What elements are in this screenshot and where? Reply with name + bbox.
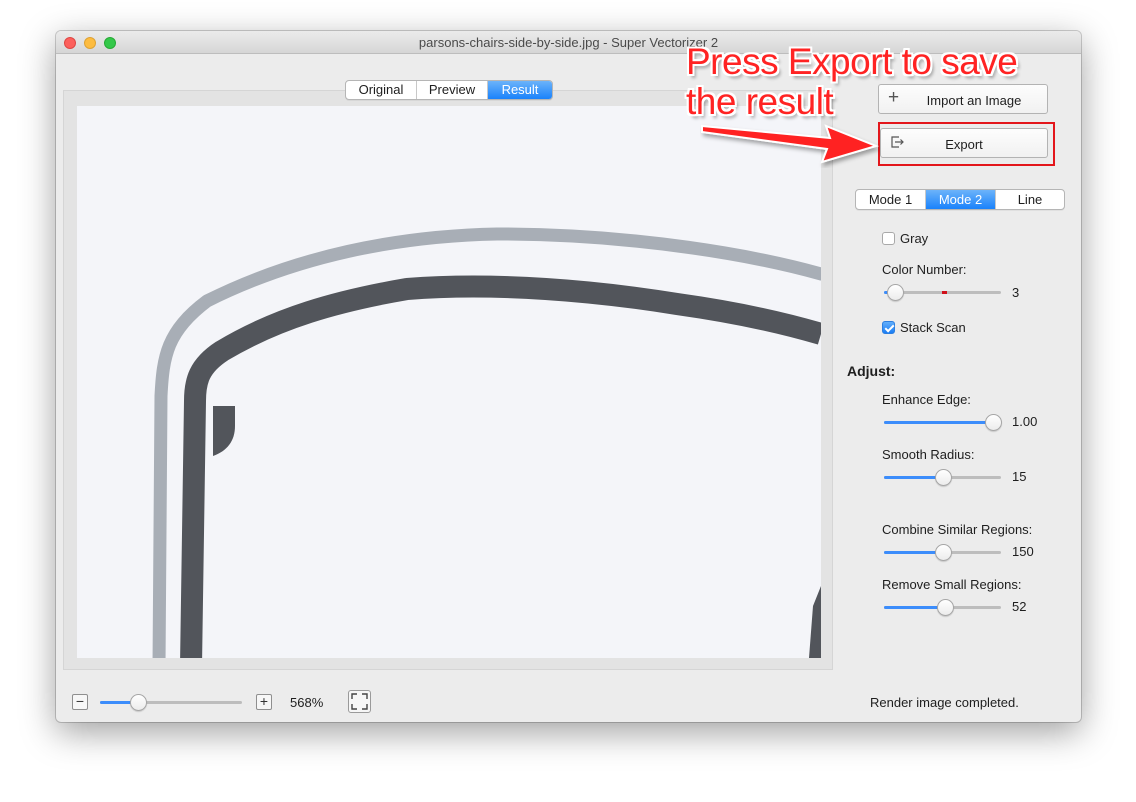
stack-scan-checkbox[interactable] [882,321,895,334]
slider-knob[interactable] [886,284,904,301]
color-number-slider[interactable] [884,284,1001,301]
slider-knob[interactable] [984,414,1002,431]
zoom-in-button[interactable]: + [256,694,272,710]
app-window: parsons-chairs-side-by-side.jpg - Super … [56,31,1081,722]
tab-original[interactable]: Original [346,81,417,99]
smooth-radius-label: Smooth Radius: [882,447,975,462]
annotation-arrow-icon [701,124,880,164]
remove-regions-label: Remove Small Regions: [882,577,1022,592]
export-highlight-box [878,122,1055,166]
stack-scan-label: Stack Scan [900,320,966,335]
enhance-edge-label: Enhance Edge: [882,392,971,407]
tab-preview[interactable]: Preview [417,81,488,99]
tab-line[interactable]: Line [996,190,1064,209]
remove-regions-value: 52 [1012,599,1027,614]
dark-chair-outline [180,275,821,658]
zoom-out-button[interactable]: − [72,694,88,710]
stack-scan-checkbox-row[interactable]: Stack Scan [882,320,966,335]
fit-to-window-button[interactable] [348,690,371,713]
slider-marker [942,291,947,294]
slider-knob[interactable] [936,599,954,616]
result-canvas[interactable] [77,106,821,658]
enhance-edge-value: 1.00 [1012,414,1038,429]
combine-regions-slider[interactable] [884,544,1001,561]
slider-knob[interactable] [934,544,952,561]
slider-knob[interactable] [934,469,952,486]
combine-regions-label: Combine Similar Regions: [882,522,1033,537]
color-number-label: Color Number: [882,262,967,277]
gray-label: Gray [900,231,929,246]
remove-regions-slider[interactable] [884,599,1001,616]
canvas-frame [63,90,833,670]
vectorized-result-image [152,227,821,658]
annotation-line-1: Press Export to save [686,41,1018,82]
status-text: Render image completed. [870,695,1019,710]
tab-mode-1[interactable]: Mode 1 [856,190,926,209]
zoom-level: 568% [290,695,324,710]
tab-mode-2[interactable]: Mode 2 [926,190,996,209]
enhance-edge-slider[interactable] [884,414,1002,431]
adjust-heading: Adjust: [847,363,896,379]
smooth-radius-slider[interactable] [884,469,1001,486]
slider-knob[interactable] [130,694,148,711]
combine-regions-value: 150 [1012,544,1034,559]
gray-checkbox-row[interactable]: Gray [882,231,928,246]
tab-result[interactable]: Result [488,81,552,99]
color-number-value: 3 [1012,285,1020,300]
smooth-radius-value: 15 [1012,469,1027,484]
gray-checkbox[interactable] [882,232,895,245]
vectorize-mode-tabs: Mode 1 Mode 2 Line [855,189,1065,210]
view-mode-tabs: Original Preview Result [345,80,553,100]
dark-chair-tab [213,406,235,456]
fullscreen-icon [351,693,368,710]
zoom-slider[interactable] [100,694,242,711]
dark-chair-edge [809,586,821,658]
